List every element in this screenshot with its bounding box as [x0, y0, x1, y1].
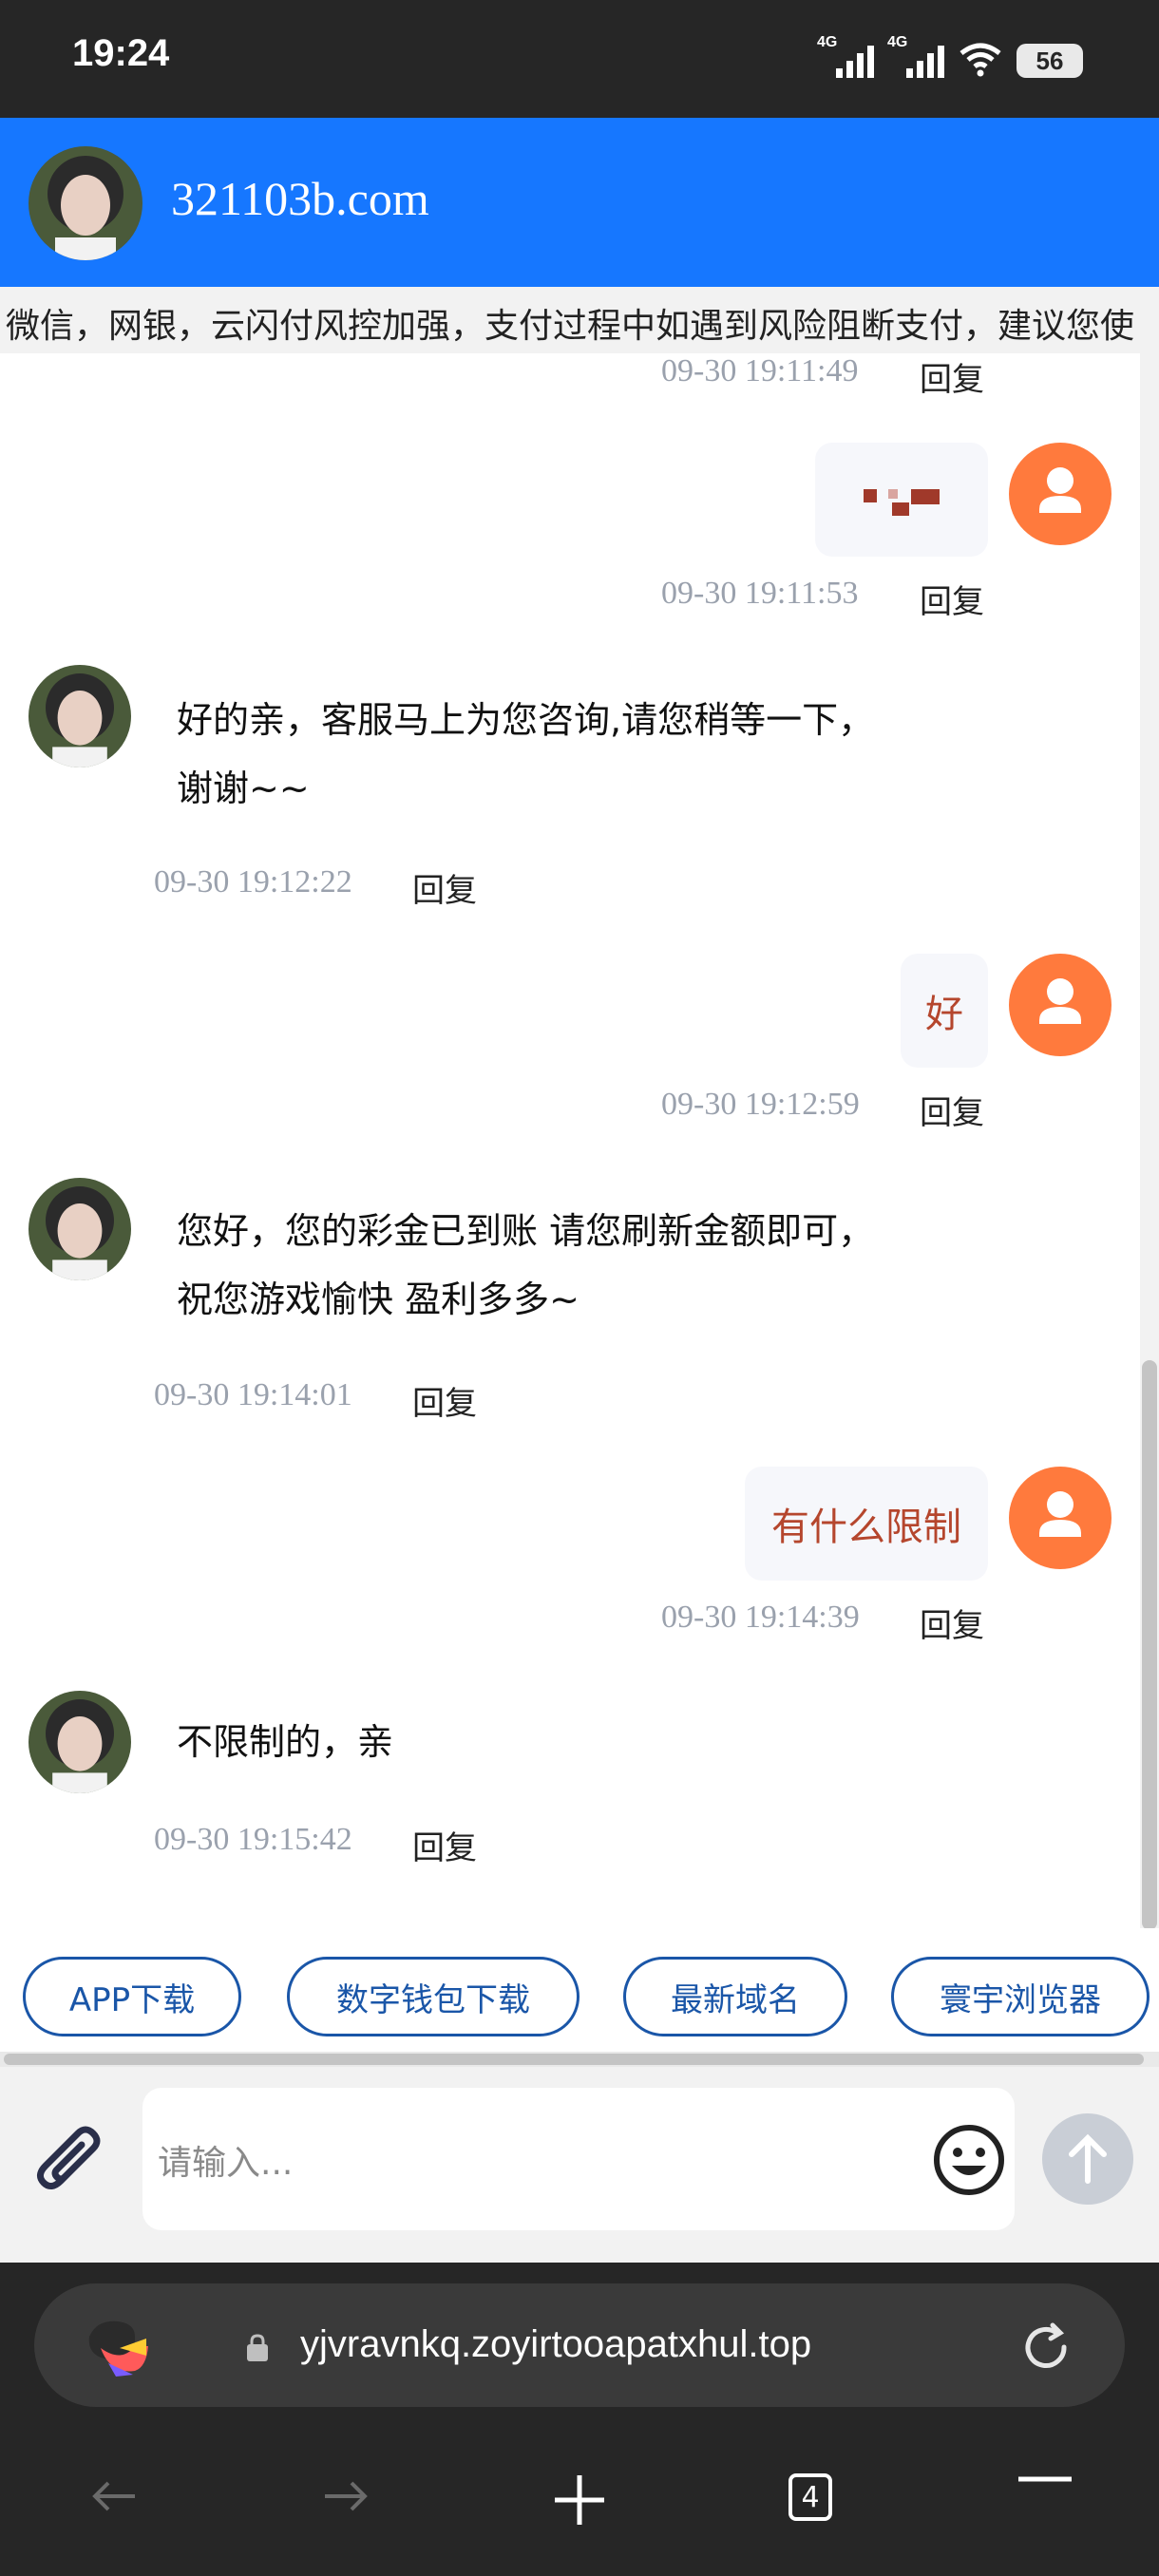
- chat-header: 321103b.com: [0, 118, 1159, 287]
- notice-marquee: 微信，网银，云闪付风控加强，支付过程中如遇到风险阻断支付，建议您使: [0, 287, 1159, 353]
- user-avatar[interactable]: [1009, 443, 1112, 545]
- signal-icon: 4G: [887, 34, 944, 78]
- browser-toolbar: yjvravnkq.zoyirtooapatxhul.top 4: [0, 2263, 1159, 2576]
- chat-scrollbar[interactable]: [1140, 353, 1159, 1930]
- notice-text: 微信，网银，云闪付风控加强，支付过程中如遇到风险阻断支付，建议您使: [6, 307, 1135, 346]
- quick-links-bar: APP下载 数字钱包下载 最新域名 寰宇浏览器: [0, 1928, 1159, 2052]
- battery-icon: 56: [1016, 44, 1083, 78]
- message-text: 好的亲，客服马上为您咨询,请您稍等一下，: [177, 699, 875, 741]
- user-avatar[interactable]: [1009, 954, 1112, 1056]
- reply-button[interactable]: 回复: [412, 1377, 477, 1424]
- input-placeholder: 请输入...: [158, 2144, 294, 2183]
- wallet-download-button[interactable]: 数字钱包下载: [287, 1957, 580, 2036]
- menu-icon[interactable]: [1016, 2473, 1074, 2492]
- message-input[interactable]: 请输入...: [142, 2088, 1015, 2230]
- message-timestamp: 09-30 19:11:53: [661, 576, 859, 611]
- horizontal-scrollbar[interactable]: [0, 2052, 1159, 2067]
- message-text: 谢谢~~: [177, 767, 310, 809]
- reply-button[interactable]: 回复: [412, 864, 477, 911]
- chat-history[interactable]: 09-30 19:11:49 回复 09-30 19:11:53 回复 好的亲，…: [0, 353, 1140, 1921]
- clock: 19:24: [72, 32, 170, 74]
- network-type-label: 4G: [887, 34, 908, 50]
- input-bar: 请输入...: [0, 2067, 1159, 2263]
- signal-icon: 4G: [817, 34, 874, 78]
- message-timestamp: 09-30 19:11:49: [661, 353, 859, 388]
- reply-button[interactable]: 回复: [920, 1600, 984, 1646]
- reply-button[interactable]: 回复: [920, 1087, 984, 1133]
- message-text: 您好，您的彩金已到账 请您刷新金额即可，: [177, 1210, 875, 1252]
- message-timestamp: 09-30 19:12:22: [154, 864, 352, 900]
- user-icon: [1039, 467, 1081, 513]
- emoji-icon[interactable]: [931, 2122, 1007, 2198]
- scrollbar-thumb[interactable]: [1142, 1360, 1157, 1930]
- user-image-message[interactable]: [815, 443, 988, 557]
- user-icon: [1039, 1491, 1081, 1537]
- message-timestamp: 09-30 19:15:42: [154, 1822, 352, 1857]
- latest-domain-button[interactable]: 最新域名: [623, 1957, 847, 2036]
- status-bar: 19:24 4G 4G 56: [0, 0, 1159, 118]
- app-download-button[interactable]: APP下载: [23, 1957, 241, 2036]
- network-type-label: 4G: [817, 34, 838, 50]
- back-icon[interactable]: [89, 2477, 139, 2515]
- user-message: 有什么限制: [745, 1467, 988, 1581]
- agent-avatar[interactable]: [28, 1178, 131, 1280]
- attachment-icon[interactable]: [34, 2124, 108, 2206]
- wifi-icon: [960, 43, 1001, 77]
- user-message: 好: [901, 954, 988, 1068]
- lock-icon: [247, 2334, 268, 2361]
- url-text[interactable]: yjvravnkq.zoyirtooapatxhul.top: [300, 2323, 811, 2366]
- image-thumbnail: [864, 489, 940, 516]
- reply-button[interactable]: 回复: [920, 353, 984, 400]
- agent-avatar[interactable]: [28, 665, 131, 767]
- tab-switcher-button[interactable]: 4: [788, 2473, 832, 2521]
- status-icons: 4G 4G 56: [817, 34, 1083, 78]
- message-text: 祝您游戏愉快 盈利多多~: [177, 1279, 580, 1320]
- message-timestamp: 09-30 19:14:39: [661, 1600, 860, 1635]
- forward-icon[interactable]: [321, 2477, 370, 2515]
- agent-message: 您好，您的彩金已到账 请您刷新金额即可， 祝您游戏愉快 盈利多多~: [177, 1197, 874, 1334]
- message-timestamp: 09-30 19:12:59: [661, 1087, 860, 1122]
- agent-avatar[interactable]: [28, 1691, 131, 1793]
- page-title: 321103b.com: [171, 172, 429, 225]
- browser-download-button[interactable]: 寰宇浏览器: [891, 1957, 1150, 2036]
- user-avatar[interactable]: [1009, 1467, 1112, 1569]
- address-bar[interactable]: yjvravnkq.zoyirtooapatxhul.top: [34, 2283, 1125, 2407]
- user-icon: [1039, 978, 1081, 1024]
- agent-message: 好的亲，客服马上为您咨询,请您稍等一下， 谢谢~~: [177, 686, 874, 823]
- reload-icon[interactable]: [1018, 2320, 1074, 2375]
- agent-avatar[interactable]: [28, 146, 142, 260]
- new-tab-icon[interactable]: [551, 2472, 608, 2529]
- message-timestamp: 09-30 19:14:01: [154, 1377, 352, 1412]
- browser-logo-icon[interactable]: [80, 2308, 156, 2384]
- scrollbar-thumb[interactable]: [4, 2054, 1144, 2065]
- message-text: 不限制的，亲: [177, 1721, 394, 1763]
- agent-message: 不限制的，亲: [177, 1708, 393, 1776]
- reply-button[interactable]: 回复: [412, 1822, 477, 1868]
- reply-button[interactable]: 回复: [920, 576, 984, 622]
- send-button[interactable]: [1041, 2112, 1134, 2206]
